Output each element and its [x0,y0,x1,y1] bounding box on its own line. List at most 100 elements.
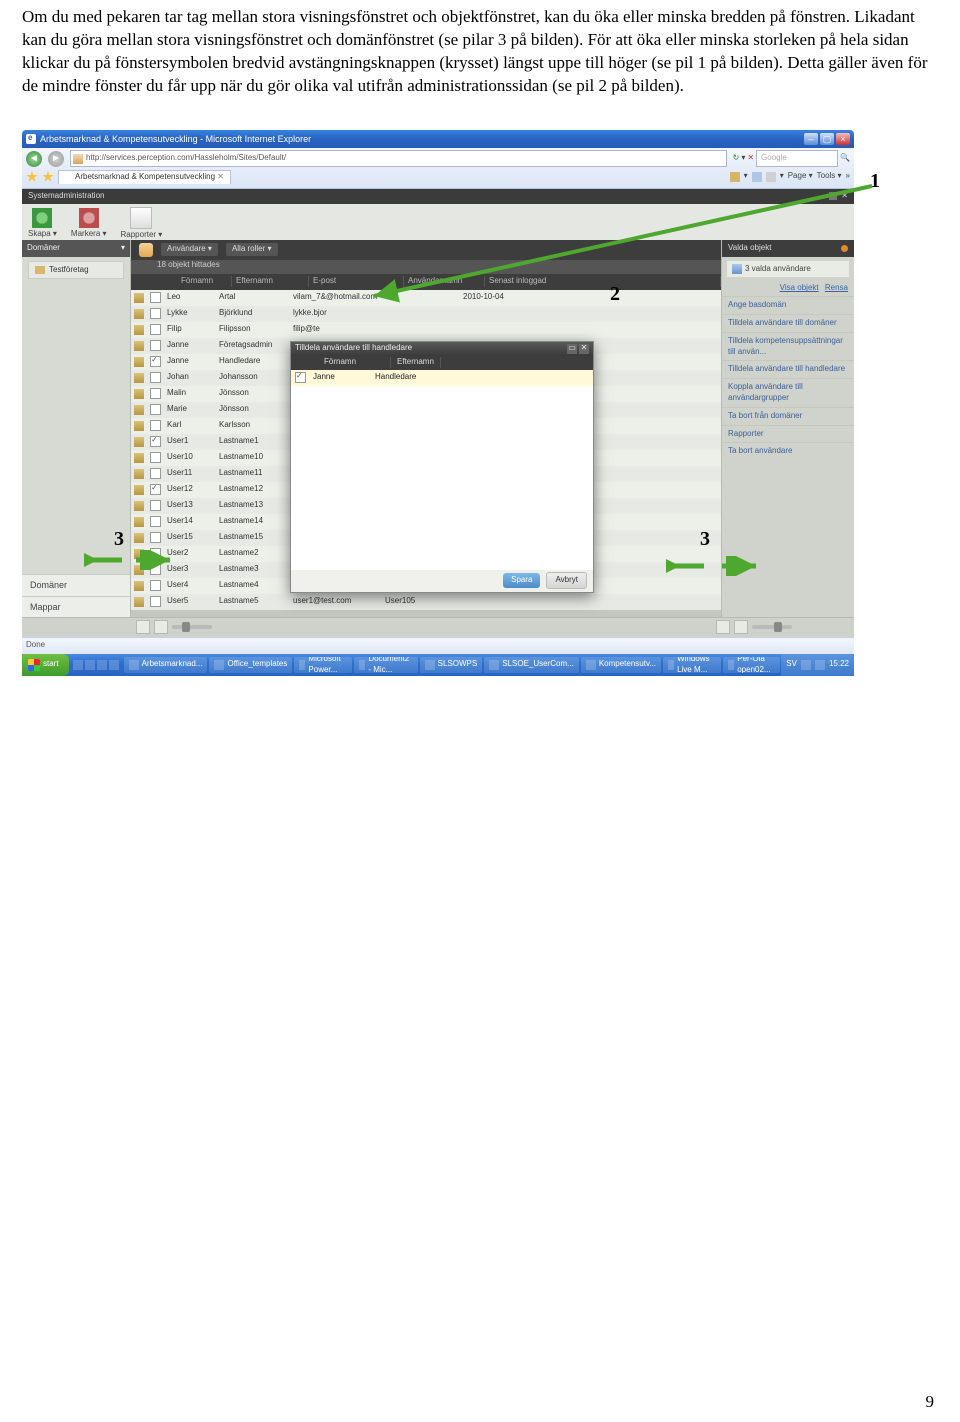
zoom-slider-right[interactable] [752,625,792,629]
task-label: Windows Live M... [677,657,716,673]
sidebar-folders-button[interactable]: Mappar [22,596,130,617]
tray-icon[interactable] [801,660,811,670]
roles-dropdown[interactable]: Alla roller ▾ [226,243,278,256]
row-checkbox[interactable] [150,468,161,479]
cell-en: Lastname3 [216,564,290,575]
cell-fn: Janne [164,340,216,351]
ql-icon[interactable] [85,660,95,670]
table-row[interactable]: FilipFilipssonfilip@te [131,322,721,338]
cell-en: Lastname4 [216,580,290,591]
table-row[interactable]: User5Lastname5user1@test.comUser105 [131,594,721,610]
cell-ep: lykke.bjor [290,308,382,319]
screenshot-figure: Arbetsmarknad & Kompetensutveckling - Mi… [22,130,854,642]
row-checkbox[interactable] [150,580,161,591]
row-checkbox[interactable] [150,324,161,335]
user-icon [134,341,144,351]
cell-fn: User13 [164,500,216,511]
grid-icon-r2[interactable] [734,620,748,634]
arrow-3b-left [666,556,706,576]
action-link[interactable]: Tilldela användare till handledare [722,360,854,378]
close-button[interactable]: × [836,133,850,145]
sidebar-domains-button[interactable]: Domäner [22,574,130,595]
cell-en: Handledare [216,356,290,367]
taskbar-item[interactable]: Windows Live M... [663,657,721,673]
url-text: http://services.perception.com/Hasslehol… [86,153,286,164]
create-button[interactable]: Skapa ▾ [28,208,57,240]
add-favorite-icon[interactable] [42,171,54,183]
row-checkbox[interactable] [150,372,161,383]
cell-fn: Johan [164,372,216,383]
dialog-restore-icon[interactable]: ▭ [567,344,577,354]
taskbar-item[interactable]: Kompetensutv... [581,657,661,673]
users-dropdown[interactable]: Användare ▾ [161,243,218,256]
app-status-bar [22,617,854,637]
row-checkbox[interactable] [150,484,161,495]
status-done: Done [26,640,45,651]
back-button[interactable]: ◄ [26,151,42,167]
col-fornamn[interactable]: Förnamn [177,276,232,287]
taskbar-item[interactable]: SLSOE_UserCom... [484,657,579,673]
save-button[interactable]: Spara [503,573,540,588]
grid-icon[interactable] [136,620,150,634]
row-checkbox[interactable] [150,500,161,511]
row-checkbox[interactable] [150,596,161,607]
maximize-button[interactable]: ▢ [820,133,834,145]
tray-icon[interactable] [815,660,825,670]
zoom-slider-center[interactable] [172,625,212,629]
row-checkbox[interactable] [150,308,161,319]
forward-button[interactable]: ► [48,151,64,167]
reports-button[interactable]: Rapporter ▾ [121,207,163,241]
row-checkbox[interactable] [150,420,161,431]
object-count: 18 objekt hittades [131,260,220,269]
task-icon [728,660,734,670]
user-icon [134,373,144,383]
browser-tab[interactable]: Arbetsmarknad & Kompetensutveckling ✕ [58,170,231,184]
action-link[interactable]: Ta bort från domäner [722,407,854,425]
cancel-button[interactable]: Avbryt [546,572,587,589]
folder-icon [35,266,45,274]
row-checkbox[interactable] [150,388,161,399]
dialog-row[interactable]: Janne Handledare [291,370,593,386]
arrow-3b-right [720,556,760,576]
taskbar-item[interactable]: Per-Ola open02... [723,657,780,673]
row-checkbox[interactable] [150,292,161,303]
action-link[interactable]: Tilldela kompetensuppsättningar till anv… [722,332,854,361]
ql-icon[interactable] [109,660,119,670]
user-icon [134,501,144,511]
action-link[interactable]: Koppla användare till användargrupper [722,378,854,407]
sidebar-item-company[interactable]: Testföretag [28,261,124,280]
dialog-checkbox[interactable] [295,372,306,383]
taskbar-item[interactable]: Document2 - Mic... [354,657,418,673]
favorites-icon[interactable] [26,171,38,183]
col-efternamn[interactable]: Efternamn [232,276,309,287]
row-checkbox[interactable] [150,436,161,447]
taskbar-item[interactable]: Microsoft Power... [294,657,351,673]
taskbar-item[interactable]: Office_templates [209,657,292,673]
action-link[interactable]: Rapporter [722,425,854,443]
taskbar-item[interactable]: SLSOWPS [420,657,483,673]
grid-icon-r[interactable] [716,620,730,634]
grid-icon-2[interactable] [154,620,168,634]
taskbar-item[interactable]: Arbetsmarknad... [124,657,208,673]
sidebar-header[interactable]: Domäner▾ [22,240,130,257]
row-checkbox[interactable] [150,356,161,367]
table-row[interactable]: LykkeBjörklundlykke.bjor [131,306,721,322]
ql-icon[interactable] [97,660,107,670]
dialog-close-icon[interactable]: ✕ [579,344,589,354]
user-icon [134,469,144,479]
row-checkbox[interactable] [150,452,161,463]
minimize-button[interactable]: – [804,133,818,145]
ql-icon[interactable] [73,660,83,670]
row-checkbox[interactable] [150,340,161,351]
action-link[interactable]: Tilldela användare till domäner [722,314,854,332]
action-link[interactable]: Ta bort användare [722,442,854,460]
remove-button[interactable]: Markera ▾ [71,208,107,240]
lang-indicator[interactable]: SV [786,659,797,670]
start-button[interactable]: start [22,654,69,676]
row-checkbox[interactable] [150,532,161,543]
row-checkbox[interactable] [150,404,161,415]
tab-label: Arbetsmarknad & Kompetensutveckling [75,172,215,183]
tab-close-icon[interactable]: ✕ [217,172,224,183]
row-checkbox[interactable] [150,516,161,527]
system-tray: SV 15:22 [781,654,854,676]
